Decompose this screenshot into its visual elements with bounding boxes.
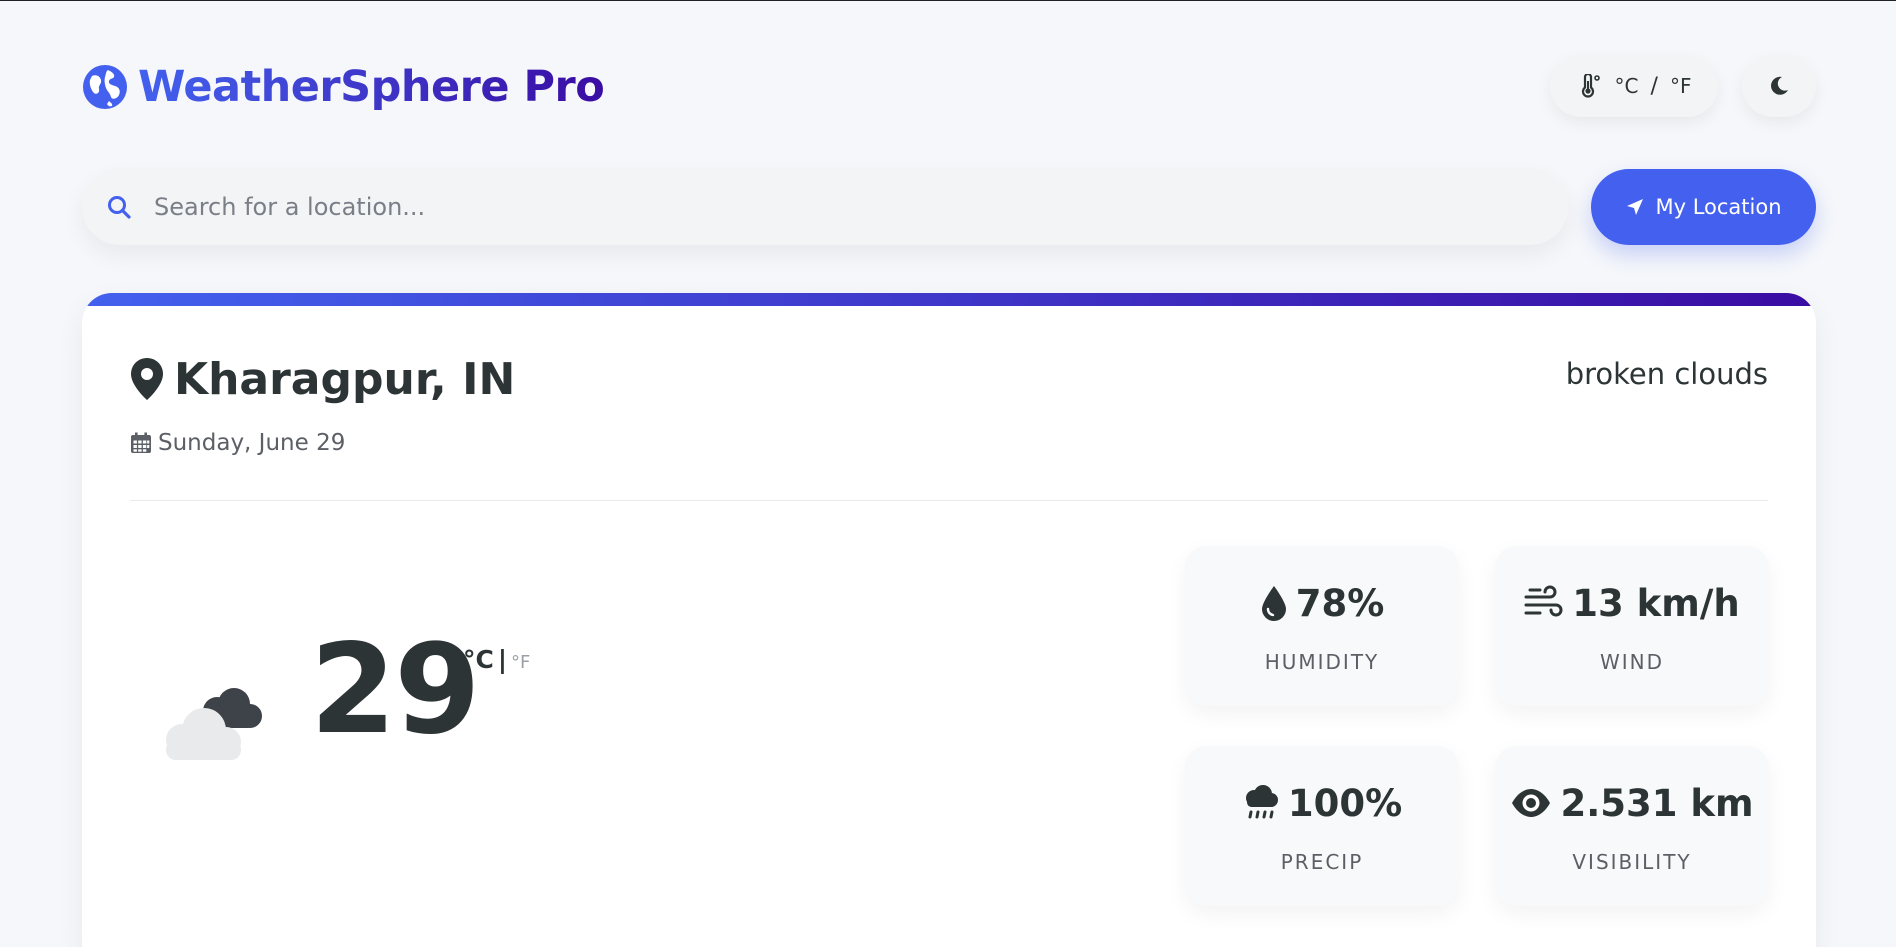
unit-separator: / <box>1650 73 1658 99</box>
precipitation-card: 100% PRECIP <box>1185 746 1459 906</box>
map-marker-icon <box>131 358 163 400</box>
weather-condition: broken clouds <box>1565 357 1768 391</box>
unit-toggle-button[interactable]: °C / °F <box>1550 55 1718 117</box>
card-accent-bar <box>82 293 1816 306</box>
calendar-icon <box>131 432 151 453</box>
app-header: WeatherSphere Pro °C / °F <box>82 55 1816 117</box>
city-heading: Kharagpur, IN <box>130 351 515 407</box>
rain-cloud-icon <box>1245 785 1278 819</box>
wind-value-row: 13 km/h <box>1495 578 1769 628</box>
visibility-value-row: 2.531 km <box>1495 778 1769 828</box>
card-divider <box>130 500 1768 501</box>
unit-celsius[interactable]: °C <box>463 645 494 674</box>
wind-card: 13 km/h WIND <box>1495 546 1769 706</box>
brand[interactable]: WeatherSphere Pro <box>82 58 605 116</box>
date-text: Sunday, June 29 <box>158 430 346 456</box>
app-title: WeatherSphere Pro <box>138 62 605 112</box>
humidity-value: 78% <box>1295 581 1385 625</box>
search-icon <box>108 196 131 219</box>
thermometer-icon <box>1581 74 1600 98</box>
search-input[interactable] <box>154 177 1534 237</box>
humidity-value-row: 78% <box>1185 578 1459 628</box>
moon-icon <box>1771 76 1788 95</box>
wind-icon <box>1524 585 1563 617</box>
theme-toggle-button[interactable] <box>1742 55 1816 117</box>
droplet-icon <box>1261 586 1286 621</box>
unit-fahrenheit-option[interactable]: °F <box>1670 74 1692 98</box>
temperature-value: 29 <box>310 618 481 762</box>
precipitation-value-row: 100% <box>1185 778 1459 828</box>
precipitation-value: 100% <box>1287 781 1403 825</box>
unit-celsius-option[interactable]: °C <box>1615 74 1639 98</box>
humidity-card: 78% HUMIDITY <box>1185 546 1459 706</box>
visibility-card: 2.531 km VISIBILITY <box>1495 746 1769 906</box>
wind-value: 13 km/h <box>1572 581 1740 625</box>
precipitation-label: PRECIP <box>1280 850 1364 874</box>
wind-label: WIND <box>1599 650 1665 674</box>
broken-clouds-icon <box>166 688 262 760</box>
window-top-border <box>0 0 1896 1</box>
current-weather-card: Kharagpur, IN Sunday, June 29 broken clo… <box>82 293 1816 947</box>
eye-icon <box>1512 789 1551 817</box>
humidity-label: HUMIDITY <box>1264 650 1380 674</box>
temperature-units: °C | °F <box>463 645 530 674</box>
current-date: Sunday, June 29 <box>130 427 345 459</box>
search-bar[interactable] <box>82 169 1568 245</box>
visibility-label: VISIBILITY <box>1572 850 1692 874</box>
globe-icon <box>83 65 127 109</box>
unit-divider: | <box>497 645 507 674</box>
city-name: Kharagpur, IN <box>174 353 516 405</box>
visibility-value: 2.531 km <box>1560 781 1754 825</box>
my-location-button[interactable]: My Location <box>1591 169 1816 245</box>
my-location-label: My Location <box>1655 195 1782 219</box>
unit-fahrenheit[interactable]: °F <box>511 652 530 673</box>
location-arrow-icon <box>1627 199 1644 215</box>
